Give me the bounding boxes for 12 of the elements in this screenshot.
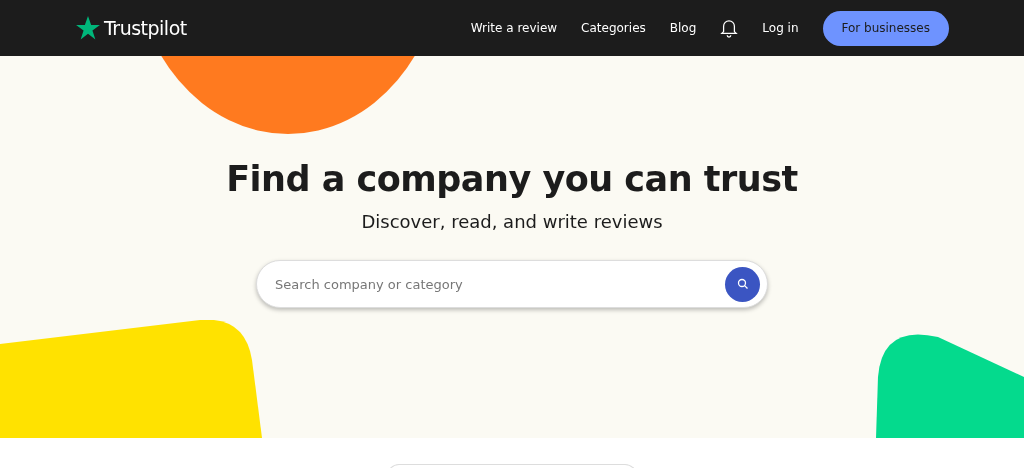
hero-title: Find a company you can trust <box>226 159 798 199</box>
login-link[interactable]: Log in <box>762 21 799 35</box>
nav-link[interactable]: Write a review <box>470 21 558 35</box>
hero-subtitle: Discover, read, and write reviews <box>361 211 663 232</box>
search-icon <box>736 278 749 290</box>
nav-link[interactable]: Blog <box>669 21 697 35</box>
logo-text[interactable]: Trustpilot <box>104 17 187 39</box>
search-field[interactable]: Search company or category <box>256 260 768 308</box>
bell-icon[interactable] <box>720 18 739 38</box>
for-businesses-button[interactable]: For businesses <box>822 10 949 46</box>
star-icon[interactable] <box>75 15 101 41</box>
nav-link[interactable]: Categories <box>581 21 646 35</box>
